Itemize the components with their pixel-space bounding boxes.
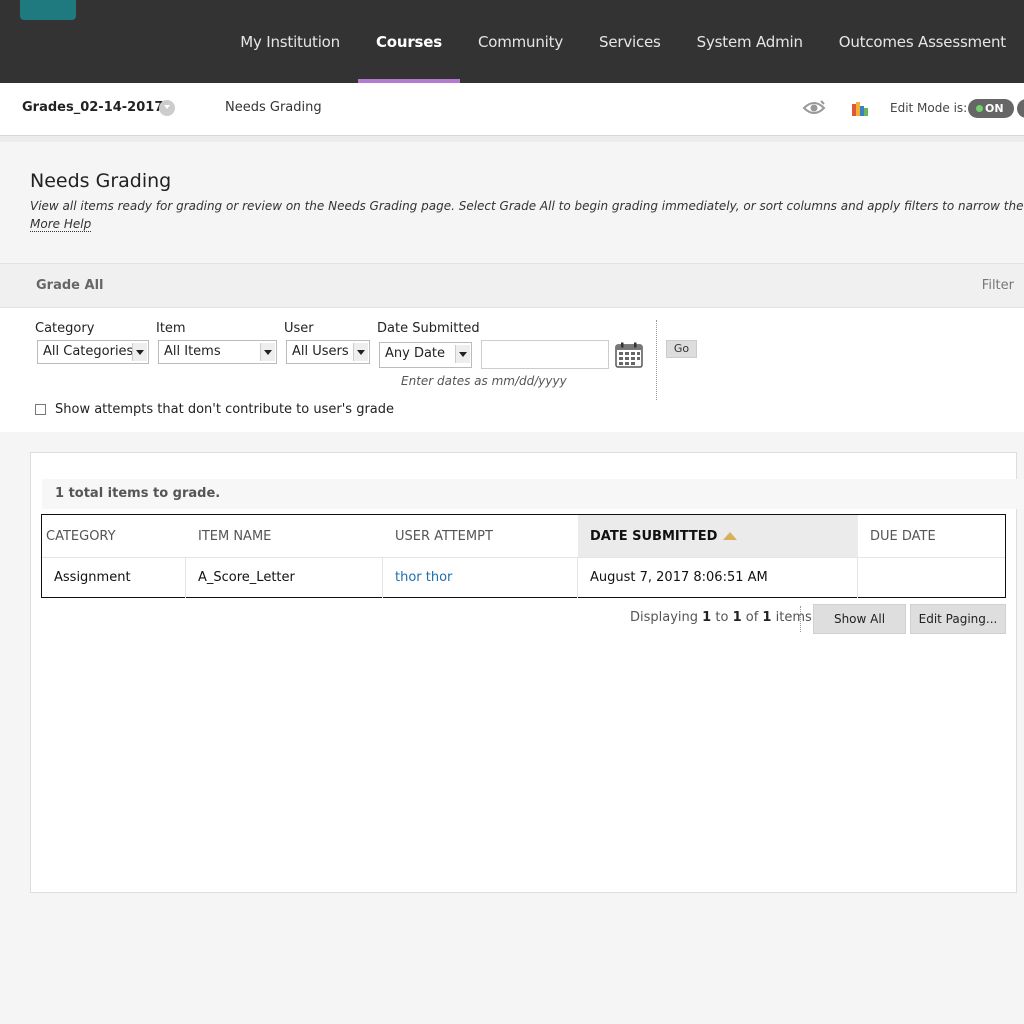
dropdown-arrow-icon bbox=[260, 343, 275, 361]
paging-prefix: Displaying bbox=[630, 610, 699, 625]
paging-of-word: of bbox=[745, 610, 759, 625]
breadcrumb: Grades_02-14-2017 Needs Grading Edit Mod… bbox=[0, 83, 1024, 136]
dropdown-arrow-icon bbox=[132, 343, 147, 361]
student-preview-eye-icon[interactable] bbox=[802, 98, 826, 118]
nav-tab-community[interactable]: Community bbox=[460, 0, 581, 83]
user-select[interactable]: All Users bbox=[286, 340, 370, 364]
category-filter-label: Category bbox=[35, 321, 95, 336]
nav-tab-my-institution[interactable]: My Institution bbox=[222, 0, 358, 83]
user-select-value: All Users bbox=[292, 344, 349, 359]
date-submitted-filter-label: Date Submitted bbox=[377, 321, 480, 336]
toggle-status-dot-icon bbox=[976, 105, 983, 112]
more-help-link[interactable]: More Help bbox=[30, 217, 92, 232]
category-select[interactable]: All Categories bbox=[37, 340, 149, 364]
color-theme-icon[interactable] bbox=[851, 100, 869, 116]
date-range-select-value: Any Date bbox=[385, 346, 446, 361]
date-input[interactable] bbox=[481, 340, 609, 369]
overflow-menu-button[interactable] bbox=[1017, 99, 1024, 118]
column-header-user-attempt[interactable]: USER ATTEMPT bbox=[383, 515, 578, 558]
show-attempts-checkbox[interactable] bbox=[35, 404, 46, 415]
nav-tab-outcomes-assessment[interactable]: Outcomes Assessment bbox=[821, 0, 1024, 83]
total-items-count: 1 total items to grade. bbox=[55, 486, 221, 501]
date-format-hint: Enter dates as mm/dd/yyyy bbox=[401, 374, 567, 388]
cell-user-attempt: thor thor bbox=[383, 558, 578, 598]
needs-grading-table: CATEGORY ITEM NAME USER ATTEMPT DATE SUB… bbox=[41, 514, 1006, 598]
top-navigation-bar: My Institution Courses Community Service… bbox=[0, 0, 1024, 83]
edit-mode-label: Edit Mode is: bbox=[890, 101, 968, 115]
user-filter-label: User bbox=[284, 321, 314, 336]
column-header-date-submitted-label: DATE SUBMITTED bbox=[590, 529, 718, 544]
institution-logo[interactable] bbox=[20, 0, 76, 20]
paging-to-word: to bbox=[715, 610, 729, 625]
show-attempts-label: Show attempts that don't contribute to u… bbox=[55, 402, 395, 417]
paging-summary: Displaying 1 to 1 of 1 items bbox=[630, 610, 812, 625]
cell-due-date bbox=[858, 558, 1005, 598]
paging-total: 1 bbox=[762, 610, 772, 625]
dropdown-arrow-icon bbox=[353, 343, 368, 361]
column-header-item-name[interactable]: ITEM NAME bbox=[186, 515, 383, 558]
header-divider bbox=[0, 136, 1024, 142]
sort-ascending-icon bbox=[723, 531, 738, 540]
show-all-button[interactable]: Show All bbox=[813, 604, 906, 634]
chevron-down-icon[interactable] bbox=[159, 100, 175, 116]
edit-paging-button[interactable]: Edit Paging... bbox=[910, 604, 1006, 634]
cell-date-submitted: August 7, 2017 8:06:51 AM bbox=[578, 558, 858, 598]
dropdown-arrow-icon bbox=[455, 345, 470, 363]
go-button[interactable]: Go bbox=[666, 340, 697, 358]
nav-tab-system-admin[interactable]: System Admin bbox=[679, 0, 821, 83]
filter-panel: Category All Categories Item All Items U… bbox=[0, 308, 1024, 432]
filter-divider bbox=[656, 320, 657, 400]
nav-tab-services[interactable]: Services bbox=[581, 0, 679, 83]
paging-from: 1 bbox=[702, 610, 712, 625]
item-select[interactable]: All Items bbox=[158, 340, 277, 364]
user-attempt-link[interactable]: thor thor bbox=[395, 570, 452, 585]
paging-to: 1 bbox=[732, 610, 742, 625]
filter-button[interactable]: Filter bbox=[982, 278, 1014, 293]
cell-item-name: A_Score_Letter bbox=[186, 558, 383, 598]
cell-category: Assignment bbox=[42, 558, 186, 598]
edit-mode-state: ON bbox=[985, 102, 1004, 115]
action-bar: Grade All Filter bbox=[0, 263, 1024, 308]
category-select-value: All Categories bbox=[43, 344, 134, 359]
column-header-date-submitted[interactable]: DATE SUBMITTED bbox=[578, 515, 858, 558]
page-description: View all items ready for grading or revi… bbox=[30, 199, 1024, 213]
item-select-value: All Items bbox=[164, 344, 221, 359]
grade-all-button[interactable]: Grade All bbox=[36, 278, 103, 293]
total-items-banner: 1 total items to grade. bbox=[42, 479, 1024, 509]
breadcrumb-current-page: Needs Grading bbox=[225, 100, 322, 115]
item-filter-label: Item bbox=[156, 321, 186, 336]
date-range-select[interactable]: Any Date bbox=[379, 342, 472, 368]
calendar-icon[interactable] bbox=[615, 342, 643, 368]
column-header-due-date[interactable]: DUE DATE bbox=[858, 515, 1005, 558]
nav-tab-courses[interactable]: Courses bbox=[357, 0, 461, 83]
paging-divider bbox=[800, 606, 801, 632]
paging-suffix: items bbox=[775, 610, 812, 625]
main-nav: My Institution Courses Community Service… bbox=[222, 0, 1024, 83]
page-title: Needs Grading bbox=[30, 170, 172, 192]
column-header-category[interactable]: CATEGORY bbox=[42, 515, 186, 558]
breadcrumb-course-link[interactable]: Grades_02-14-2017 bbox=[22, 100, 163, 115]
edit-mode-toggle[interactable]: ON bbox=[968, 99, 1014, 118]
